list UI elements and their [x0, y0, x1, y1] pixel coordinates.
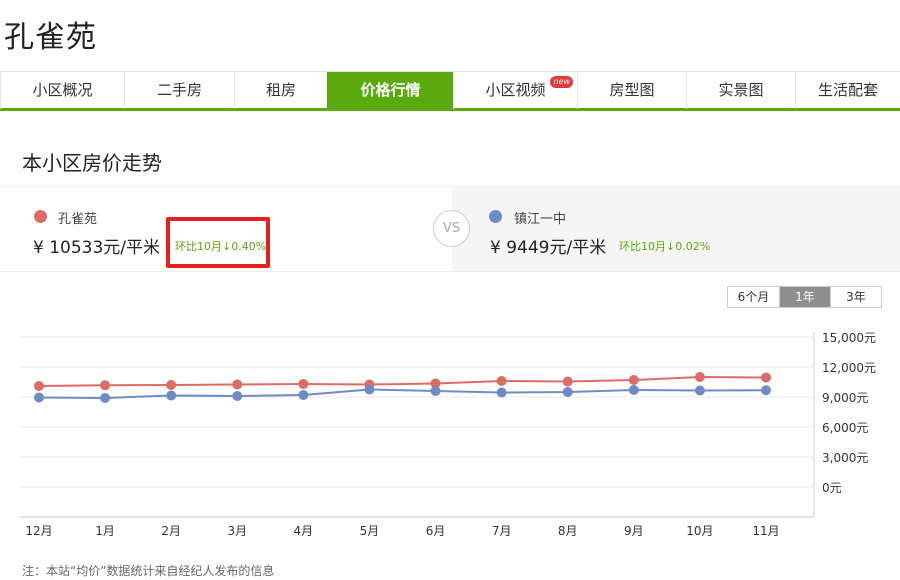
series-point-0 [298, 379, 309, 389]
y-tick-label: 15,000元 [822, 331, 876, 345]
series-point-1 [430, 386, 441, 396]
tab-3[interactable]: 价格行情 [327, 72, 453, 109]
series-point-0 [100, 380, 111, 391]
series-point-1 [761, 385, 771, 396]
x-tick-label: 8月 [558, 524, 578, 538]
x-tick-label: 6月 [426, 524, 446, 538]
series-point-0 [166, 380, 177, 390]
x-tick-label: 1月 [95, 524, 115, 538]
tab-2[interactable]: 租房 [234, 72, 327, 109]
range-button-0[interactable]: 6个月 [728, 287, 779, 307]
tab-5[interactable]: 房型图 [577, 72, 686, 109]
tab-label: 房型图 [609, 81, 655, 99]
x-tick-label: 4月 [294, 524, 314, 538]
series-point-0 [34, 381, 44, 391]
x-tick-label: 3月 [227, 524, 247, 538]
vs-badge: VS [433, 210, 470, 247]
series-point-1 [628, 385, 639, 395]
y-tick-label: 9,000元 [822, 391, 868, 405]
footnote: 注：本站“均价”数据统计来自经纪人发布的信息 [22, 564, 275, 578]
highlight-box [166, 217, 270, 268]
tab-6[interactable]: 实景图 [686, 72, 795, 109]
series-point-0 [496, 376, 507, 386]
tab-1[interactable]: 二手房 [124, 72, 234, 109]
tab-label: 小区概况 [32, 81, 93, 99]
y-tick-label: 6,000元 [822, 421, 868, 435]
tab-7[interactable]: 生活配套 [795, 72, 900, 109]
price-trend-chart: 15,000元 12,000元 9,000元 6,000元 3,000元 0元 12月 1月 2… [20, 331, 876, 538]
right-legend-dot [489, 210, 502, 223]
series-point-0 [694, 372, 705, 382]
range-button-2[interactable]: 3年 [830, 287, 881, 307]
series-point-1 [364, 384, 375, 395]
x-tick-label: 2月 [161, 524, 181, 538]
series-point-1 [34, 392, 44, 403]
x-tick-label: 9月 [624, 524, 644, 538]
series-point-1 [496, 387, 507, 398]
left-legend-dot [34, 210, 47, 223]
series-point-1 [562, 387, 573, 397]
right-price: ¥ 9449元/平米 [490, 238, 607, 258]
tab-label: 实景图 [718, 81, 764, 99]
tab-0[interactable]: 小区概况 [0, 72, 124, 109]
series-point-1 [100, 393, 111, 403]
tab-label: 价格行情 [360, 81, 421, 99]
x-tick-label: 7月 [492, 524, 512, 538]
series-point-1 [166, 390, 177, 401]
tab-label: 二手房 [156, 81, 202, 99]
series-point-0 [562, 376, 573, 387]
x-tick-label: 11月 [752, 524, 779, 538]
x-tick-label: 5月 [360, 524, 380, 538]
y-tick-label: 3,000元 [822, 451, 868, 465]
new-badge: new [550, 76, 573, 88]
x-tick-label: 12月 [25, 524, 52, 538]
series-point-0 [761, 372, 771, 383]
page-title: 孔雀苑 [4, 20, 97, 55]
x-tick-label: 10月 [686, 524, 713, 538]
y-tick-label: 0元 [822, 481, 842, 495]
section-title: 本小区房价走势 [22, 151, 162, 175]
tab-label: 小区视频 [485, 81, 546, 99]
right-change: 环比10月↓0.02% [619, 240, 711, 253]
series-point-1 [694, 385, 705, 396]
left-price: ¥ 10533元/平米 [33, 238, 161, 258]
series-line-0 [38, 375, 767, 387]
right-community-name: 镇江一中 [514, 212, 567, 227]
tab-label: 生活配套 [817, 81, 878, 99]
y-tick-label: 12,000元 [822, 361, 876, 375]
left-community-name: 孔雀苑 [58, 212, 98, 227]
series-point-1 [298, 390, 309, 400]
series-point-1 [232, 391, 243, 401]
range-button-1[interactable]: 1年 [779, 287, 830, 307]
tab-4[interactable]: 小区视频 new [453, 72, 577, 109]
series-point-0 [232, 379, 243, 390]
tab-bar: 小区概况 二手房 租房 价格行情 小区视频 new 房型图 实景图 生活配套 [0, 71, 900, 111]
series-point-0 [628, 375, 639, 385]
compare-right [452, 187, 900, 271]
tab-label: 租房 [265, 81, 296, 99]
time-range-selector: 6个月 1年 3年 [727, 286, 882, 308]
